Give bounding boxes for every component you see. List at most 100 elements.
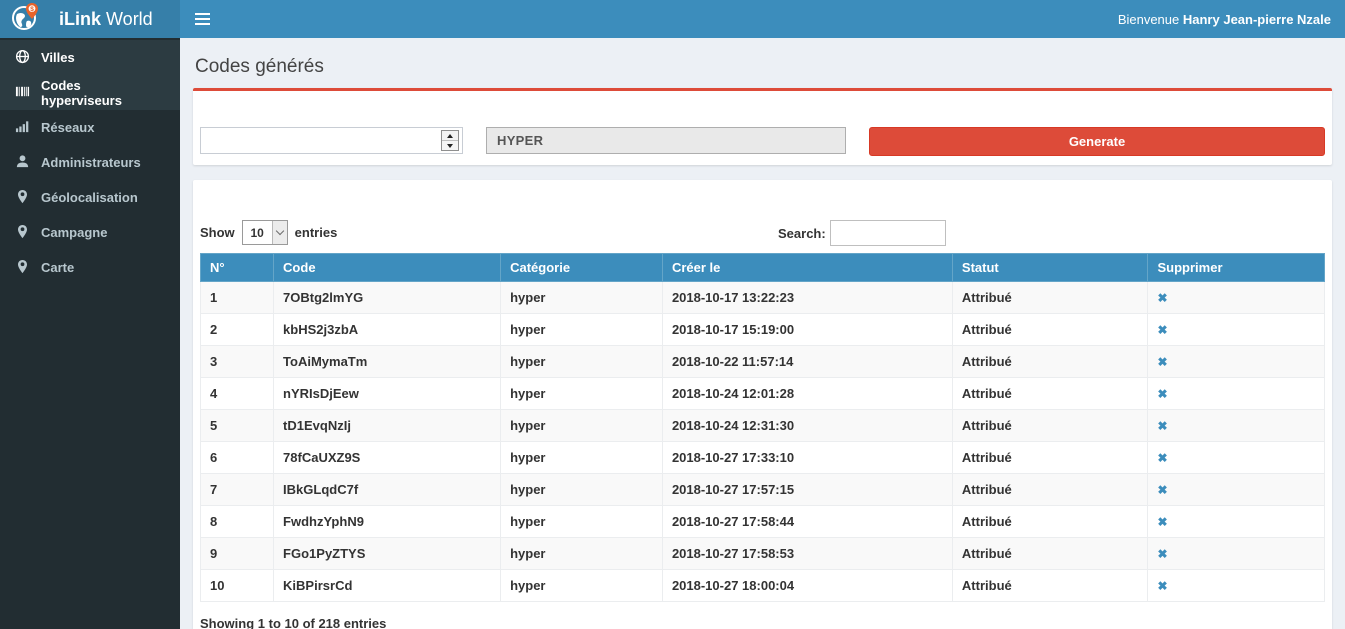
- row-number-cell: 2: [201, 314, 274, 346]
- created-cell: 2018-10-27 18:00:04: [662, 570, 952, 602]
- delete-icon[interactable]: ✖: [1157, 291, 1167, 305]
- sidebar-item-carte[interactable]: Carte: [0, 250, 180, 285]
- app-title: iLink World: [59, 9, 153, 30]
- code-cell: tD1EvqNzIj: [274, 410, 501, 442]
- category-cell: hyper: [501, 474, 663, 506]
- table-row: 9FGo1PyZTYShyper2018-10-27 17:58:53Attri…: [201, 538, 1325, 570]
- sidebar-item-villes[interactable]: Villes: [0, 40, 180, 75]
- delete-icon[interactable]: ✖: [1157, 515, 1167, 529]
- code-cell: ToAiMymaTm: [274, 346, 501, 378]
- row-number-cell: 10: [201, 570, 274, 602]
- signal-bars-icon: [15, 119, 30, 137]
- user-icon: [15, 154, 30, 172]
- delete-cell: ✖: [1148, 346, 1325, 378]
- codes-table-body: 17OBtg2lmYGhyper2018-10-17 13:22:23Attri…: [201, 282, 1325, 602]
- table-row: 10KiBPirsrCdhyper2018-10-27 18:00:04Attr…: [201, 570, 1325, 602]
- code-cell: FwdhzYphN9: [274, 506, 501, 538]
- sidebar-item-codes-hyperviseurs[interactable]: Codes hyperviseurs: [0, 75, 180, 110]
- category-cell: hyper: [501, 314, 663, 346]
- map-marker-icon: [15, 259, 30, 277]
- category-cell: hyper: [501, 378, 663, 410]
- delete-icon[interactable]: ✖: [1157, 451, 1167, 465]
- row-number-cell: 5: [201, 410, 274, 442]
- status-cell: Attribué: [952, 538, 1148, 570]
- sidebar-item-geolocalisation[interactable]: Géolocalisation: [0, 180, 180, 215]
- sidebar-item-campagne[interactable]: Campagne: [0, 215, 180, 250]
- created-cell: 2018-10-17 15:19:00: [662, 314, 952, 346]
- category-cell: hyper: [501, 282, 663, 314]
- code-generator-panel: Generate: [193, 88, 1332, 165]
- created-cell: 2018-10-27 17:57:15: [662, 474, 952, 506]
- sidebar-item-reseaux[interactable]: Réseaux: [0, 110, 180, 145]
- entries-info: Showing 1 to 10 of 218 entries: [200, 616, 386, 629]
- created-cell: 2018-10-17 13:22:23: [662, 282, 952, 314]
- map-marker-icon: [15, 189, 30, 207]
- delete-cell: ✖: [1148, 570, 1325, 602]
- spinner-up-button[interactable]: [442, 131, 458, 140]
- status-cell: Attribué: [952, 570, 1148, 602]
- sidebar-item-label: Villes: [41, 50, 75, 65]
- search-input[interactable]: [830, 220, 946, 246]
- barcode-icon: [15, 84, 30, 102]
- delete-icon[interactable]: ✖: [1157, 355, 1167, 369]
- sidebar-item-label: Codes hyperviseurs: [41, 78, 165, 108]
- delete-icon[interactable]: ✖: [1157, 483, 1167, 497]
- sidebar-item-label: Réseaux: [41, 120, 94, 135]
- table-header-row: N° Code Catégorie Créer le Statut Suppri…: [201, 254, 1325, 282]
- status-cell: Attribué: [952, 282, 1148, 314]
- category-cell: hyper: [501, 442, 663, 474]
- app-logo[interactable]: $ iLink World: [0, 0, 180, 38]
- code-cell: 78fCaUXZ9S: [274, 442, 501, 474]
- table-row: 678fCaUXZ9Shyper2018-10-27 17:33:10Attri…: [201, 442, 1325, 474]
- spinner-down-button[interactable]: [442, 140, 458, 150]
- sidebar-item-label: Carte: [41, 260, 74, 275]
- generate-button[interactable]: Generate: [869, 127, 1325, 156]
- delete-cell: ✖: [1148, 474, 1325, 506]
- delete-cell: ✖: [1148, 282, 1325, 314]
- chevron-down-icon: [272, 221, 287, 244]
- delete-cell: ✖: [1148, 506, 1325, 538]
- created-cell: 2018-10-22 11:57:14: [662, 346, 952, 378]
- delete-icon[interactable]: ✖: [1157, 387, 1167, 401]
- status-cell: Attribué: [952, 442, 1148, 474]
- code-cell: IBkGLqdC7f: [274, 474, 501, 506]
- delete-cell: ✖: [1148, 442, 1325, 474]
- table-row: 4nYRIsDjEewhyper2018-10-24 12:01:28Attri…: [201, 378, 1325, 410]
- table-footer: Showing 1 to 10 of 218 entries Previous1…: [200, 616, 1325, 629]
- row-number-cell: 8: [201, 506, 274, 538]
- table-row: 3ToAiMymaTmhyper2018-10-22 11:57:14Attri…: [201, 346, 1325, 378]
- quantity-input[interactable]: [200, 127, 463, 154]
- delete-icon[interactable]: ✖: [1157, 419, 1167, 433]
- globe-pin-logo-icon: $: [11, 1, 41, 38]
- delete-icon[interactable]: ✖: [1157, 323, 1167, 337]
- created-cell: 2018-10-24 12:01:28: [662, 378, 952, 410]
- table-row: 17OBtg2lmYGhyper2018-10-17 13:22:23Attri…: [201, 282, 1325, 314]
- svg-text:$: $: [30, 5, 34, 12]
- sidebar-toggle-button[interactable]: [180, 0, 225, 38]
- delete-icon[interactable]: ✖: [1157, 547, 1167, 561]
- welcome-message: Bienvenue Hanry Jean-pierre Nzale: [1118, 12, 1345, 27]
- status-cell: Attribué: [952, 346, 1148, 378]
- category-cell: hyper: [501, 346, 663, 378]
- code-cell: 7OBtg2lmYG: [274, 282, 501, 314]
- code-cell: kbHS2j3zbA: [274, 314, 501, 346]
- entries-label: entries: [295, 225, 338, 240]
- navbar: Bienvenue Hanry Jean-pierre Nzale: [180, 0, 1345, 38]
- category-cell: hyper: [501, 538, 663, 570]
- header-statut: Statut: [952, 254, 1148, 282]
- delete-cell: ✖: [1148, 314, 1325, 346]
- code-cell: nYRIsDjEew: [274, 378, 501, 410]
- header-code: Code: [274, 254, 501, 282]
- status-cell: Attribué: [952, 506, 1148, 538]
- delete-icon[interactable]: ✖: [1157, 579, 1167, 593]
- top-bar: $ iLink World Bienvenue Hanry Jean-pierr…: [0, 0, 1345, 38]
- sidebar: Villes Codes hyperviseurs Réseaux Admini…: [0, 38, 180, 629]
- page-length-select[interactable]: 10: [242, 220, 288, 245]
- status-cell: Attribué: [952, 314, 1148, 346]
- sidebar-item-administrateurs[interactable]: Administrateurs: [0, 145, 180, 180]
- map-marker-icon: [15, 224, 30, 242]
- code-cell: KiBPirsrCd: [274, 570, 501, 602]
- created-cell: 2018-10-24 12:31:30: [662, 410, 952, 442]
- show-label: Show: [200, 225, 235, 240]
- created-cell: 2018-10-27 17:58:53: [662, 538, 952, 570]
